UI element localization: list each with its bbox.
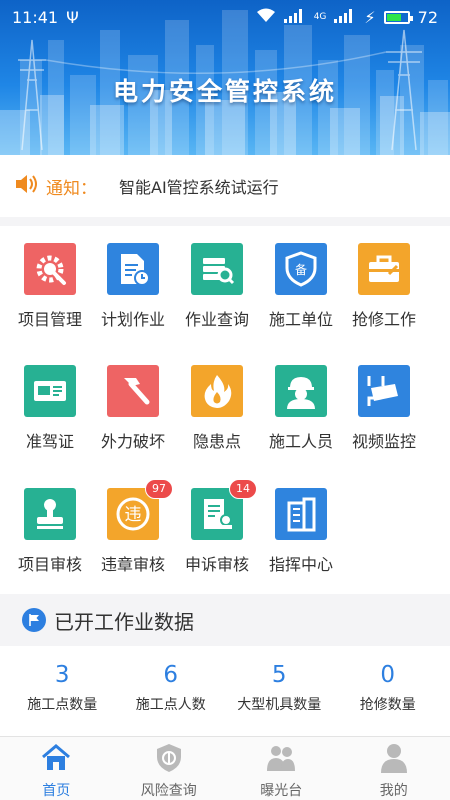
- usb-icon: Ψ: [66, 7, 79, 27]
- tab-item[interactable]: 风险查询: [113, 737, 226, 800]
- battery-icon: [383, 10, 413, 24]
- grid-item-label: 指挥中心: [268, 555, 333, 574]
- license-card-icon: [24, 365, 76, 417]
- grid-item-label: 项目管理: [17, 310, 82, 329]
- building-icon: [275, 488, 327, 540]
- books-search-icon: [191, 243, 243, 295]
- grid-item[interactable]: 施工人员: [256, 348, 346, 468]
- stamp-icon: [24, 488, 76, 540]
- notice-label: 通知：: [46, 178, 97, 199]
- stat-label: 施工点数量: [27, 697, 98, 713]
- tab-item[interactable]: 首页: [0, 737, 113, 800]
- grid-item[interactable]: 抢修工作: [339, 226, 429, 346]
- camera-icon: [358, 365, 410, 417]
- app-header: 11:41 Ψ 4G ⚡ 72 电力安全管控系统: [0, 0, 450, 155]
- stat-value: 6: [163, 662, 179, 688]
- grid-item[interactable]: 备施工单位: [256, 226, 346, 346]
- grid-item[interactable]: 隐患点: [172, 348, 262, 468]
- app-title: 电力安全管控系统: [112, 77, 337, 106]
- risk-shield-icon: [153, 742, 185, 778]
- stat-item[interactable]: 3 施工点数量: [8, 646, 117, 736]
- stats-panel: 3 施工点数量 6 施工点人数 5 大型机具数量 0 抢修数量: [0, 646, 450, 736]
- grid-item-label: 项目审核: [17, 555, 82, 574]
- tab-item[interactable]: 我的: [338, 737, 450, 800]
- stat-label: 大型机具数量: [237, 697, 322, 713]
- document-clock-icon: [107, 243, 159, 295]
- tab-item[interactable]: 曝光台: [225, 737, 338, 800]
- notice-text: 智能AI管控系统试运行: [119, 178, 279, 197]
- stat-value: 5: [271, 662, 287, 688]
- appeal-doc-icon: 14: [191, 479, 257, 540]
- bottom-tab-bar: 首页 风险查询 曝光台 我的: [0, 736, 450, 800]
- count-badge: 97: [145, 479, 173, 499]
- signal-icon-2: [334, 8, 356, 27]
- tab-label: 曝光台: [260, 783, 303, 799]
- grid-item-label: 隐患点: [192, 432, 241, 451]
- grid-item[interactable]: 项目审核: [5, 471, 95, 591]
- tab-label: 首页: [42, 783, 71, 799]
- violation-icon: 违 97: [107, 479, 173, 540]
- gear-wrench-icon: [24, 243, 76, 295]
- people-icon: [265, 742, 297, 778]
- wifi-icon: [256, 7, 276, 27]
- fire-icon: [191, 365, 243, 417]
- grid-item-label: 申诉审核: [184, 555, 249, 574]
- tab-label: 我的: [379, 783, 408, 799]
- home-icon: [40, 742, 72, 778]
- stat-label: 抢修数量: [359, 697, 416, 713]
- battery-percent: 72: [417, 7, 438, 27]
- grid-item[interactable]: 14 申诉审核: [172, 471, 262, 591]
- stat-item[interactable]: 6 施工点人数: [117, 646, 226, 736]
- worker-helmet-icon: [275, 365, 327, 417]
- signal-icon: [283, 8, 306, 27]
- grid-item-label: 施工单位: [268, 310, 333, 329]
- flag-icon: [22, 608, 46, 632]
- function-grid: 项目管理 计划作业 作业查询备施工单位 抢修工作 准驾证 外力破坏 隐患点 施工人员 视频监控项…: [0, 226, 450, 594]
- grid-item[interactable]: 外力破坏: [88, 348, 178, 468]
- count-badge: 14: [229, 479, 257, 499]
- person-icon: [378, 742, 410, 778]
- notice-bar[interactable]: 通知： 智能AI管控系统试运行: [0, 155, 450, 217]
- grid-item-label: 违章审核: [100, 555, 165, 574]
- grid-item[interactable]: 项目管理: [5, 226, 95, 346]
- grid-item-label: 计划作业: [100, 310, 165, 329]
- svg-text:备: 备: [295, 263, 307, 277]
- section-header: 已开工作业数据: [0, 594, 450, 646]
- grid-item-label: 外力破坏: [100, 432, 165, 451]
- stat-item[interactable]: 5 大型机具数量: [225, 646, 334, 736]
- stat-label: 施工点人数: [135, 697, 206, 713]
- shield-bei-icon: 备: [275, 243, 327, 295]
- hammer-icon: [107, 365, 159, 417]
- grid-item-label: 施工人员: [268, 432, 333, 451]
- grid-item[interactable]: 准驾证: [5, 348, 95, 468]
- stat-item[interactable]: 0 抢修数量: [334, 646, 443, 736]
- charging-icon: ⚡: [364, 7, 376, 27]
- status-time: 11:41: [12, 7, 59, 27]
- section-title: 已开工作业数据: [54, 609, 194, 634]
- speaker-icon: [14, 173, 40, 199]
- svg-text:违: 违: [125, 505, 142, 525]
- grid-item[interactable]: 作业查询: [172, 226, 262, 346]
- stat-value: 0: [380, 662, 396, 688]
- stat-value: 3: [54, 662, 70, 688]
- grid-item[interactable]: 计划作业: [88, 226, 178, 346]
- grid-item[interactable]: 指挥中心: [256, 471, 346, 591]
- grid-item[interactable]: 违 97 违章审核: [88, 471, 178, 591]
- tab-label: 风险查询: [140, 783, 197, 799]
- grid-item[interactable]: 视频监控: [339, 348, 429, 468]
- toolbox-icon: [358, 243, 410, 295]
- status-bar: 11:41 Ψ 4G ⚡ 72: [0, 0, 450, 34]
- grid-item-label: 作业查询: [184, 310, 249, 329]
- signal-4g-icon: 4G: [313, 12, 327, 22]
- grid-item-label: 视频监控: [351, 432, 416, 451]
- grid-item-label: 抢修工作: [351, 310, 416, 329]
- grid-item-label: 准驾证: [25, 432, 74, 451]
